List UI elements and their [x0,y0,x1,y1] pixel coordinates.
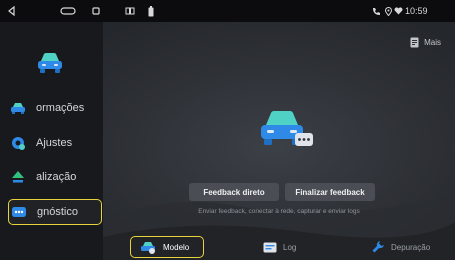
diagnostic-icon [9,202,29,222]
sidebar-item-diagnostico[interactable]: gnóstico [8,199,102,225]
nav-back-icon[interactable] [4,0,20,22]
app-window: 10:59 ormações Ajustes alização gnóstico… [0,0,455,260]
more-label: Mais [424,38,441,47]
status-time: 10:59 [405,6,428,16]
tab-depuracao[interactable]: Depuração [371,236,451,258]
tab-label: Depuração [391,242,431,252]
document-icon [410,37,419,48]
sidebar-item-label: gnóstico [37,206,78,218]
location-icon [383,0,393,22]
bottom-tab-bar: Modelo Log Depuração [103,232,455,260]
nav-recents-icon[interactable] [88,0,104,22]
app-logo-car-icon [35,51,65,80]
settings-icon [8,133,28,153]
wrench-icon [371,240,385,254]
more-menu-button[interactable]: Mais [410,37,441,48]
sidebar-item-informacoes[interactable]: ormações [8,96,100,120]
car-model-icon [139,240,157,254]
nav-home-icon[interactable] [56,0,80,22]
sidebar: ormações Ajustes alização gnóstico [0,22,103,260]
sidebar-item-label: Ajustes [36,137,73,149]
car-info-icon [8,98,28,118]
split-screen-icon[interactable] [122,0,138,22]
finalizar-feedback-button[interactable]: Finalizar feedback [285,183,375,201]
tab-label: Log [283,242,297,252]
car-diagnostic-illustration-icon [257,109,315,160]
hint-text: Enviar feedback, conectar à rede, captur… [198,208,360,215]
tab-modelo[interactable]: Modelo [130,236,204,258]
sidebar-item-label: ormações [36,102,85,114]
feedback-direto-button[interactable]: Feedback direto [189,183,279,201]
update-icon [8,167,28,187]
tab-label: Modelo [163,242,190,252]
phone-icon [370,0,382,22]
sidebar-item-atualizacao[interactable]: alização [8,165,100,189]
battery-icon [145,0,157,22]
heart-icon [393,0,404,22]
status-bar: 10:59 [0,0,455,22]
main-panel: Mais Feedback direto Finalizar feedback … [103,22,455,260]
sidebar-item-ajustes[interactable]: Ajustes [8,131,100,155]
log-icon [263,242,277,253]
tab-log[interactable]: Log [263,236,323,258]
sidebar-item-label: alização [36,171,77,183]
